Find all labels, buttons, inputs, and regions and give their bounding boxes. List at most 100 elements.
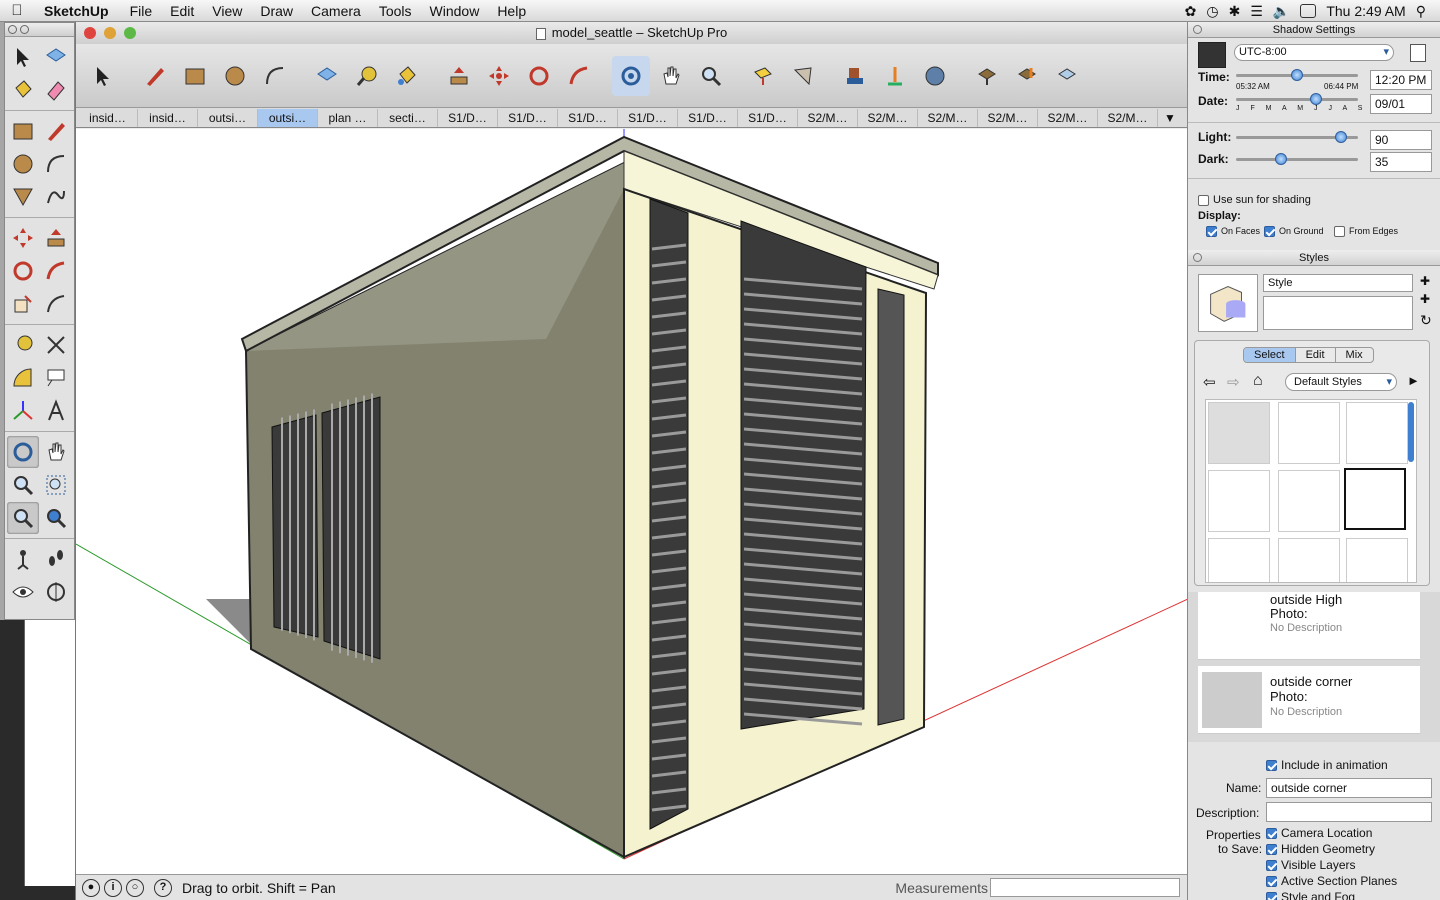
style-thumbnail[interactable] <box>1208 538 1270 582</box>
time-machine-icon[interactable]: ◷ <box>1206 3 1218 20</box>
circle-tool-button[interactable] <box>216 56 254 96</box>
date-slider[interactable] <box>1236 93 1358 105</box>
menu-camera[interactable]: Camera <box>311 3 361 19</box>
dark-field[interactable]: 35 <box>1370 152 1432 172</box>
scene-tab[interactable]: insid… <box>138 108 198 127</box>
tape-measure-tool[interactable] <box>7 329 39 361</box>
sync-icon[interactable]: ✿ <box>1185 3 1197 20</box>
zoom-button[interactable] <box>692 56 730 96</box>
select-tool[interactable] <box>7 41 39 73</box>
zoom-tool[interactable] <box>7 469 39 501</box>
battery-icon[interactable] <box>1300 4 1317 18</box>
volume-icon[interactable]: 🔈 <box>1273 3 1290 20</box>
scene-description-field[interactable] <box>1266 802 1432 822</box>
menu-window[interactable]: Window <box>430 3 480 19</box>
on-ground-check-icon[interactable] <box>1264 226 1275 238</box>
menu-tools[interactable]: Tools <box>379 3 412 19</box>
pencil-tool-button[interactable] <box>136 56 174 96</box>
palette-minimize-button[interactable] <box>20 25 29 34</box>
export-button[interactable] <box>1008 56 1046 96</box>
style-description-field[interactable] <box>1263 296 1413 330</box>
user-icon[interactable]: ○ <box>126 878 144 897</box>
import-button[interactable] <box>1048 56 1086 96</box>
rotate-tool[interactable] <box>7 255 39 287</box>
tab-select[interactable]: Select <box>1244 348 1295 362</box>
dimension-tool[interactable] <box>40 329 72 361</box>
date-slider-knob[interactable] <box>1309 93 1322 105</box>
details-arrow-icon[interactable]: ► <box>1407 373 1420 388</box>
create-style-icon[interactable]: ✚ <box>1420 274 1430 288</box>
time-slider-knob[interactable] <box>1291 69 1303 81</box>
section-plane-tool[interactable] <box>40 576 72 608</box>
scene-tab[interactable]: S2/M… <box>858 108 918 127</box>
clock[interactable]: Thu 2:49 AM <box>1326 3 1405 19</box>
polygon-tool[interactable] <box>7 181 39 213</box>
offset-tool[interactable] <box>40 288 72 320</box>
paint-bucket-tool[interactable] <box>7 74 39 106</box>
on-faces-checkbox[interactable]: On Faces <box>1206 226 1260 238</box>
make-component-button[interactable] <box>308 56 346 96</box>
menu-draw[interactable]: Draw <box>260 3 293 19</box>
component-tool[interactable] <box>40 41 72 73</box>
previous-view-button[interactable] <box>744 56 782 96</box>
light-slider[interactable] <box>1236 131 1358 143</box>
close-button[interactable] <box>84 27 96 39</box>
circle-tool[interactable] <box>7 148 39 180</box>
property-checkbox[interactable]: Camera Location <box>1266 826 1397 842</box>
text-tool[interactable] <box>40 362 72 394</box>
scene-tab[interactable]: S1/D… <box>558 108 618 127</box>
measurements-field[interactable] <box>990 878 1180 897</box>
style-name-field[interactable]: Style <box>1263 274 1413 292</box>
apple-icon[interactable]:  <box>0 2 34 19</box>
position-camera-tool[interactable] <box>7 543 39 575</box>
get-models-button[interactable] <box>836 56 874 96</box>
shadow-panel-toggle-icon[interactable] <box>1410 44 1426 62</box>
refresh-icon[interactable]: ↻ <box>1420 312 1432 329</box>
zoom-window-tool[interactable] <box>40 469 72 501</box>
scene-item-selected[interactable]: outside corner Photo: No Description <box>1198 666 1420 734</box>
check-icon[interactable] <box>1266 860 1277 872</box>
scene-tab[interactable]: insid… <box>78 108 138 127</box>
shadow-settings-header[interactable]: Shadow Settings <box>1188 22 1440 38</box>
on-faces-check-icon[interactable] <box>1206 226 1217 238</box>
spotlight-icon[interactable]: ⚲ <box>1416 3 1426 20</box>
from-edges-checkbox[interactable]: From Edges <box>1334 226 1398 238</box>
styles-header[interactable]: Styles <box>1188 250 1440 266</box>
rotate-button[interactable] <box>520 56 558 96</box>
check-icon[interactable] <box>1266 892 1277 900</box>
scene-tab[interactable]: S1/D… <box>618 108 678 127</box>
from-edges-check-icon[interactable] <box>1334 226 1345 238</box>
component-tool-button[interactable] <box>968 56 1006 96</box>
zoom-extents-tool[interactable] <box>7 502 39 534</box>
check-icon[interactable] <box>1266 828 1277 840</box>
tabs-overflow-icon[interactable]: ▼ <box>1158 111 1182 125</box>
scene-tab[interactable]: S2/M… <box>798 108 858 127</box>
palette-close-button[interactable] <box>8 25 17 34</box>
rectangle-tool[interactable] <box>7 115 39 147</box>
scene-tab[interactable]: S1/D… <box>738 108 798 127</box>
light-slider-knob[interactable] <box>1335 131 1347 143</box>
style-collection-select[interactable]: Default Styles ▾ <box>1285 373 1397 391</box>
time-slider[interactable] <box>1236 69 1358 81</box>
scene-name-field[interactable]: outside corner <box>1266 778 1432 798</box>
menu-help[interactable]: Help <box>497 3 526 19</box>
scene-tab[interactable]: S2/M… <box>978 108 1038 127</box>
date-field[interactable]: 09/01 <box>1370 94 1432 114</box>
use-sun-checkbox[interactable]: Use sun for shading <box>1198 194 1311 206</box>
select-tool-button[interactable] <box>84 56 122 96</box>
arc-tool-button[interactable] <box>256 56 294 96</box>
property-checkbox[interactable]: Hidden Geometry <box>1266 842 1397 858</box>
scene-tab[interactable]: secti… <box>378 108 438 127</box>
push-pull-tool[interactable] <box>40 222 72 254</box>
move-button[interactable] <box>480 56 518 96</box>
scene-tab[interactable]: S2/M… <box>918 108 978 127</box>
scene-tab[interactable]: outsi… <box>198 108 258 127</box>
app-menu[interactable]: SketchUp <box>44 3 109 19</box>
arc-tool[interactable] <box>40 148 72 180</box>
scene-tab[interactable]: S1/D… <box>678 108 738 127</box>
menu-edit[interactable]: Edit <box>170 3 194 19</box>
push-pull-button[interactable] <box>440 56 478 96</box>
scene-tab[interactable]: S2/M… <box>1098 108 1158 127</box>
paint-bucket-button[interactable] <box>388 56 426 96</box>
style-thumbnail[interactable] <box>1278 538 1340 582</box>
